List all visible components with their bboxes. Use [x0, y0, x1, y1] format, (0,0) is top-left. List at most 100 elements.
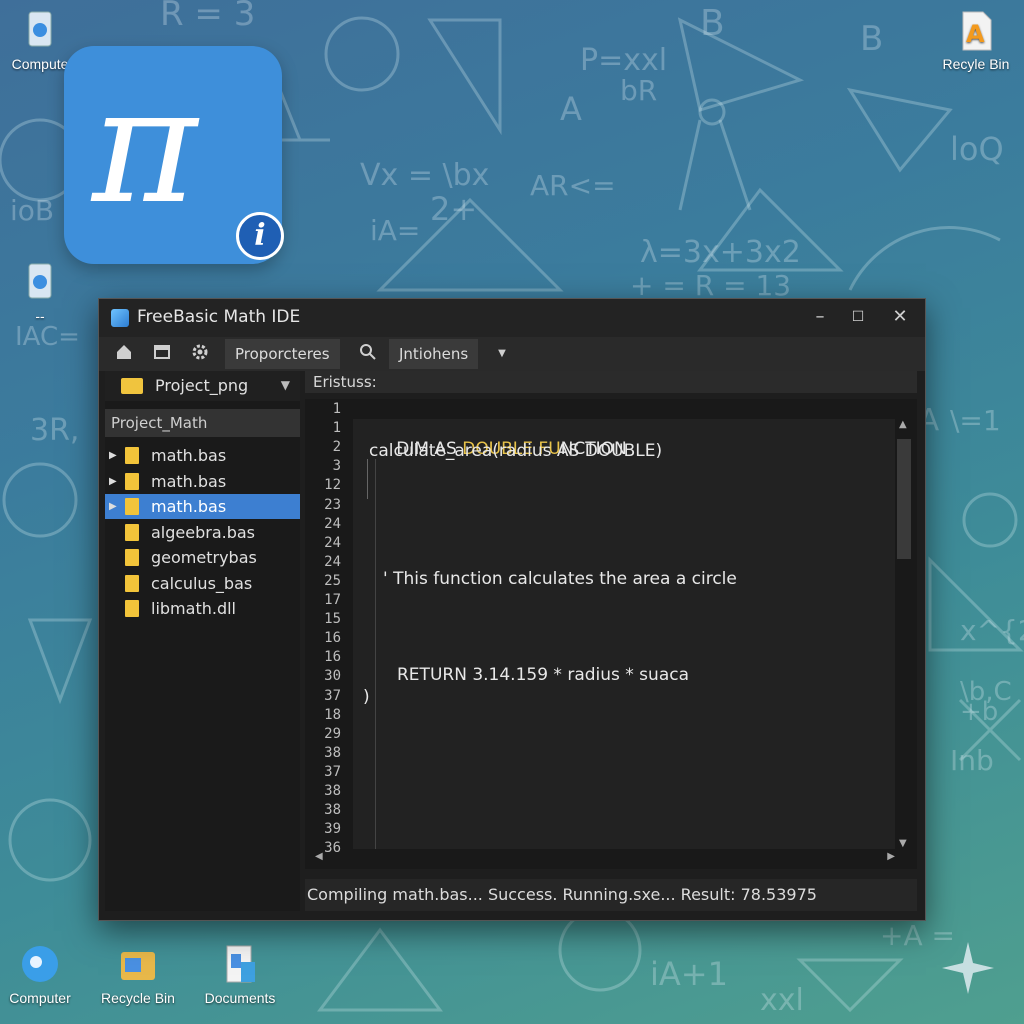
line-number: 24 [324, 534, 341, 551]
line-number: 38 [324, 783, 341, 799]
file-name: algeebra.bas [151, 522, 256, 542]
line-number: 3 [332, 458, 341, 475]
folder-icon [121, 378, 143, 394]
file-name: libmath.dll [151, 599, 236, 618]
project-selector[interactable]: Project_png ▼ [105, 371, 300, 401]
scrollbar-thumb[interactable] [897, 439, 911, 559]
desktop-icon-recycle-bin-bottom[interactable]: Recycle Bin [96, 942, 180, 1006]
file-icon [125, 574, 139, 592]
desktop-icon-label: -- [35, 308, 45, 324]
pi-icon: π [92, 52, 198, 239]
gear-icon[interactable] [189, 343, 211, 365]
file-name: geometrybas [151, 548, 257, 567]
file-name: math.bas [151, 446, 227, 465]
documents-icon [219, 942, 261, 988]
recycle-bin-icon: A [955, 8, 997, 54]
horizontal-scrollbar[interactable]: ◀ ▶ [315, 851, 895, 865]
chevron-right-icon[interactable]: ▶ [109, 494, 117, 519]
project-sidebar: Project_png ▼ Project_Math ▶ math.bas ▶ mat… [105, 371, 300, 911]
file-name: math.bas [151, 497, 227, 516]
desktop-icon-documents[interactable]: Documents [198, 942, 282, 1006]
wallpaper-formula: x^{2} [960, 614, 1024, 647]
chevron-down-icon[interactable]: ▼ [491, 343, 513, 365]
wallpaper-formula: R = 3 [160, 0, 255, 34]
line-number: 24 [324, 515, 341, 532]
recycle-bin-icon [117, 942, 159, 988]
line-number: 17 [324, 592, 341, 608]
toolbar: Proporcteres Jntiohens ▼ [99, 337, 925, 371]
file-tree-item[interactable]: geometrybas [105, 545, 300, 570]
file-tree-item[interactable]: algeebra.bas [105, 520, 300, 545]
wallpaper-formula: B [860, 19, 883, 59]
line-number: 24 [324, 553, 341, 570]
code-line: ) [363, 687, 370, 707]
wallpaper-formula: Vx = \bx [360, 158, 489, 193]
file-icon [125, 523, 139, 541]
minimize-button[interactable]: – [805, 305, 835, 329]
line-number-gutter: 1 1 2 3 12 23 24 24 24 25 17 15 16 16 30 37 18 29 38 37 38 38… [305, 399, 345, 869]
desktop-icon-computer-bottom[interactable]: Computer [0, 942, 82, 1006]
desktop-icon-left[interactable]: -- [0, 260, 82, 324]
svg-text:A: A [966, 20, 985, 48]
code-line: RETURN 3.14.159 * radius * suaca [397, 665, 689, 685]
close-button[interactable]: ✕ [885, 305, 915, 329]
wallpaper-formula: \b,C [960, 677, 1012, 707]
file-tree-item[interactable]: ▶ math.bas [105, 469, 300, 494]
desktop-icon-label: Recycle Bin [101, 990, 175, 1006]
file-tree-item[interactable]: libmath.dll [105, 596, 300, 621]
wallpaper-formula: B [700, 3, 725, 44]
ide-window: FreeBasic Math IDE – ☐ ✕ Proporcteres Jn… [98, 298, 926, 921]
properties-button[interactable]: Proporcteres [225, 339, 340, 369]
scroll-down-icon[interactable]: ▼ [899, 838, 907, 849]
file-tree-item[interactable]: ▶ math.bas [105, 443, 300, 468]
chevron-right-icon[interactable]: ▶ [109, 443, 117, 468]
wallpaper-formula: loQ [950, 130, 1004, 168]
desktop-icon-label: Documents [204, 990, 276, 1006]
chevron-right-icon[interactable]: ▶ [109, 469, 117, 494]
editor-filename: Eristuss: [305, 371, 917, 393]
project-selector-label: Project_png [155, 376, 249, 395]
file-tree-item[interactable]: calculus_bas [105, 571, 300, 596]
line-number: 15 [324, 611, 341, 628]
wallpaper-formula: xxl [760, 983, 804, 1018]
line-number: 23 [324, 496, 341, 513]
pi-app-icon[interactable]: π i [64, 46, 284, 264]
chevron-down-icon: ▼ [280, 378, 290, 392]
line-number: 12 [324, 477, 341, 494]
file-icon [125, 549, 139, 566]
computer-icon [19, 260, 61, 306]
wallpaper-formula: 2+ [430, 190, 477, 228]
code-line: calculate_area(radius AS DOUBLE) [369, 441, 663, 461]
code-line: ' This function calculates the area a ci… [383, 569, 737, 589]
file-icon [125, 447, 139, 464]
title-bar[interactable]: FreeBasic Math IDE – ☐ ✕ [99, 299, 925, 337]
line-number: 37 [324, 763, 341, 780]
scroll-up-icon[interactable]: ▲ [899, 419, 907, 430]
line-number: 18 [324, 706, 341, 723]
line-number: 1 [332, 420, 341, 437]
search-icon[interactable] [357, 343, 379, 365]
sparkle-icon [942, 942, 994, 994]
wallpaper-formula: A [560, 90, 582, 128]
code-editor[interactable]: 1 1 2 3 12 23 24 24 24 25 17 15 16 16 30 37 18 29 38 37 38 38… [305, 399, 917, 869]
options-button[interactable]: Jntiohens [389, 339, 479, 369]
wallpaper-formula: iA= [370, 214, 420, 247]
scroll-right-icon[interactable]: ▶ [887, 851, 895, 862]
desktop-icon-recycle-bin[interactable]: A Recyle Bin [934, 8, 1018, 72]
line-number: 39 [324, 821, 341, 838]
window-icon[interactable] [151, 343, 173, 365]
vertical-scrollbar[interactable]: ▲ ▼ [897, 419, 911, 849]
file-name: calculus_bas [151, 573, 253, 593]
wallpaper-formula: P=xxl [580, 43, 667, 78]
wallpaper-formula: \=1 [950, 404, 1001, 437]
wallpaper-formula: Inb [950, 744, 994, 777]
home-icon[interactable] [113, 343, 135, 365]
wallpaper-formula: ioB [10, 194, 54, 227]
line-number: 1 [332, 401, 341, 417]
file-tree-item[interactable]: ▶ math.bas [105, 494, 300, 519]
code-area[interactable]: DIM AS DOUBLE FUNCTION calculate_area(ra… [353, 419, 895, 849]
line-number: 37 [324, 687, 341, 704]
project-header[interactable]: Project_Math [105, 409, 300, 437]
scroll-left-icon[interactable]: ◀ [315, 851, 323, 862]
maximize-button[interactable]: ☐ [843, 305, 873, 329]
